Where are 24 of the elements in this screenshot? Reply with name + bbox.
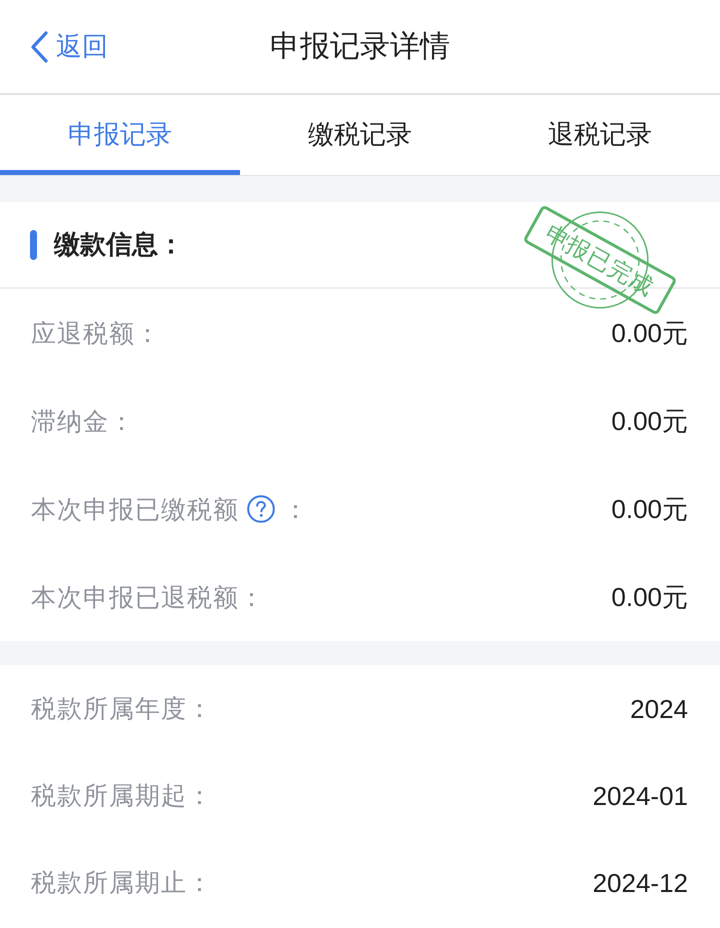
field-value: 0.00元 xyxy=(611,494,688,524)
field-value: 0.00元 xyxy=(611,406,688,436)
field-label: 税款所属期起： xyxy=(31,781,213,812)
tab[interactable]: 缴税记录 xyxy=(240,95,480,175)
field-label: 滞纳金： xyxy=(31,406,135,438)
title-accent-bar xyxy=(30,230,37,260)
field-value: 2024-12 xyxy=(592,868,688,898)
back-button[interactable]: 返回 xyxy=(28,25,110,68)
field-value: 0.00元 xyxy=(611,318,688,348)
section-title: 缴款信息： xyxy=(54,228,184,261)
field-label: 本次申报已缴税额 xyxy=(31,494,239,526)
completed-stamp: 申报已完成 xyxy=(522,204,678,316)
field-label: 应退税额： xyxy=(31,318,161,350)
tab[interactable]: 退税记录 xyxy=(480,95,720,175)
field-label: 税款所属期止： xyxy=(31,868,213,899)
field-value: 2024 xyxy=(630,694,688,724)
field-label: 税款所属年度： xyxy=(31,694,213,725)
field-label: 本次申报已退税额： xyxy=(31,582,265,614)
field-value: 0.00元 xyxy=(611,582,688,612)
field-value: 2024-01 xyxy=(592,780,688,810)
page-title: 申报记录详情 xyxy=(270,29,450,65)
label-colon: ： xyxy=(283,494,309,526)
help-icon[interactable] xyxy=(247,495,275,523)
chevron-left-icon xyxy=(30,30,48,62)
